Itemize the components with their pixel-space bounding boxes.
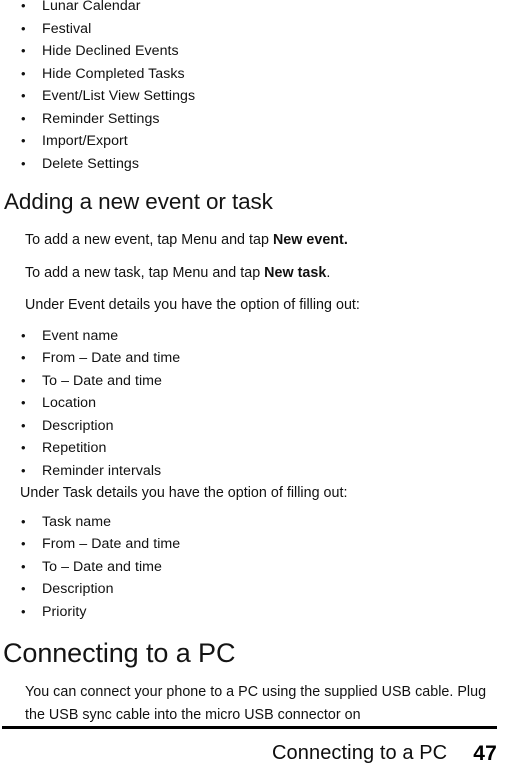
list-item-label: Festival [42, 20, 92, 37]
bullet-icon: • [21, 110, 26, 126]
list-item: • Event name [0, 325, 508, 348]
list-item-label: Reminder intervals [42, 462, 162, 479]
list-item: • To – Date and time [0, 370, 508, 393]
list-item-label: From – Date and time [42, 350, 181, 366]
list-item: • Description [0, 578, 508, 601]
list-item: • Description [0, 415, 508, 438]
bullet-icon: • [21, 20, 26, 36]
footer-content: Connecting to a PC 47 [0, 729, 497, 778]
bullet-icon: • [21, 513, 26, 529]
bullet-icon: • [21, 43, 26, 58]
list-item: • Priority [0, 601, 508, 624]
bullet-icon: • [21, 558, 26, 574]
list-item-label: To – Date and time [42, 372, 162, 389]
bullet-icon: • [21, 65, 26, 81]
paragraph-add-new-task-text: To add a new task, tap Menu and tap [25, 264, 265, 281]
list-item: • Festival [0, 18, 508, 41]
bullet-icon: • [21, 417, 26, 433]
list-item: • Reminder Settings [0, 108, 508, 131]
menu-item-new-event: New event. [272, 232, 348, 248]
bullet-icon: • [21, 372, 26, 388]
list-item: • Repetition [0, 437, 508, 460]
bullet-icon: • [21, 327, 26, 343]
list-item-label: Task name [42, 513, 112, 530]
bullet-icon: • [21, 581, 26, 596]
list-item: • Reminder intervals [0, 460, 508, 483]
list-item: • To – Date and time [0, 556, 508, 579]
list-item: • Hide Completed Tasks [0, 63, 508, 86]
paragraph-add-new-event: To add a new event, tap Menu and tap New… [0, 229, 508, 252]
list-item: • From – Date and time [0, 533, 508, 556]
list-item-label: To – Date and time [42, 558, 162, 575]
list-item-label: Delete Settings [42, 155, 139, 172]
footer-page-number: 47 [473, 741, 497, 765]
paragraph-task-details-lead-in: Under Task details you have the option o… [20, 485, 348, 501]
list-item: • Event/List View Settings [0, 85, 508, 108]
bullet-icon: • [21, 0, 26, 13]
document-page: • Lunar Calendar • Festival • Hide Decli… [0, 0, 508, 778]
bullet-icon: • [21, 133, 26, 148]
bullet-icon: • [21, 603, 26, 619]
list-item-label: Event/List View Settings [42, 88, 196, 104]
list-item: • Lunar Calendar [0, 0, 508, 18]
paragraph-event-details-lead-in: Under Event details you have the option … [25, 297, 360, 313]
list-item-label: Description [42, 581, 114, 597]
bullet-icon: • [21, 88, 26, 103]
page-content: • Lunar Calendar • Festival • Hide Decli… [0, 0, 508, 726]
list-item-label: Hide Declined Events [42, 43, 179, 59]
task-details-list: • Task name • From – Date and time • To … [0, 511, 508, 624]
chapter-heading-connecting-to-a-pc: Connecting to a PC [3, 638, 236, 668]
bullet-icon: • [21, 155, 26, 171]
list-item: • Hide Declined Events [0, 40, 508, 63]
paragraph-add-new-task-period: . [326, 264, 331, 281]
list-item: • Task name [0, 511, 508, 534]
bullet-icon: • [21, 395, 26, 410]
page-footer: Connecting to a PC 47 [0, 726, 508, 778]
menu-item-new-task: New task [264, 264, 327, 281]
list-item-label: Lunar Calendar [42, 0, 141, 14]
list-item: • Location [0, 392, 508, 415]
list-item: • Import/Export [0, 130, 508, 153]
list-item: • Delete Settings [0, 153, 508, 176]
list-item: • From – Date and time [0, 347, 508, 370]
bullet-icon: • [21, 440, 26, 455]
list-item-label: Import/Export [42, 133, 128, 149]
list-item-label: Hide Completed Tasks [42, 65, 185, 82]
calendar-settings-list: • Lunar Calendar • Festival • Hide Decli… [0, 0, 508, 175]
section-heading-adding-new-event: Adding a new event or task [4, 189, 273, 214]
list-item-label: Description [42, 417, 114, 434]
event-details-list: • Event name • From – Date and time • To… [0, 325, 508, 483]
list-item-label: Location [42, 395, 97, 411]
footer-chapter-title: Connecting to a PC [271, 742, 448, 764]
list-item-label: Reminder Settings [42, 110, 160, 127]
bullet-icon: • [21, 350, 26, 365]
list-item-label: Event name [42, 327, 119, 344]
paragraph-add-new-task: To add a new task, tap Menu and tap New … [0, 262, 508, 285]
paragraph-add-new-event-text: To add a new event, tap Menu and tap [25, 232, 273, 248]
list-item-label: From – Date and time [42, 536, 181, 552]
list-item-label: Repetition [42, 440, 107, 456]
paragraph-connecting-to-a-pc: You can connect your phone to a PC using… [25, 684, 487, 723]
bullet-icon: • [21, 462, 26, 478]
bullet-icon: • [21, 536, 26, 551]
list-item-label: Priority [42, 603, 87, 620]
